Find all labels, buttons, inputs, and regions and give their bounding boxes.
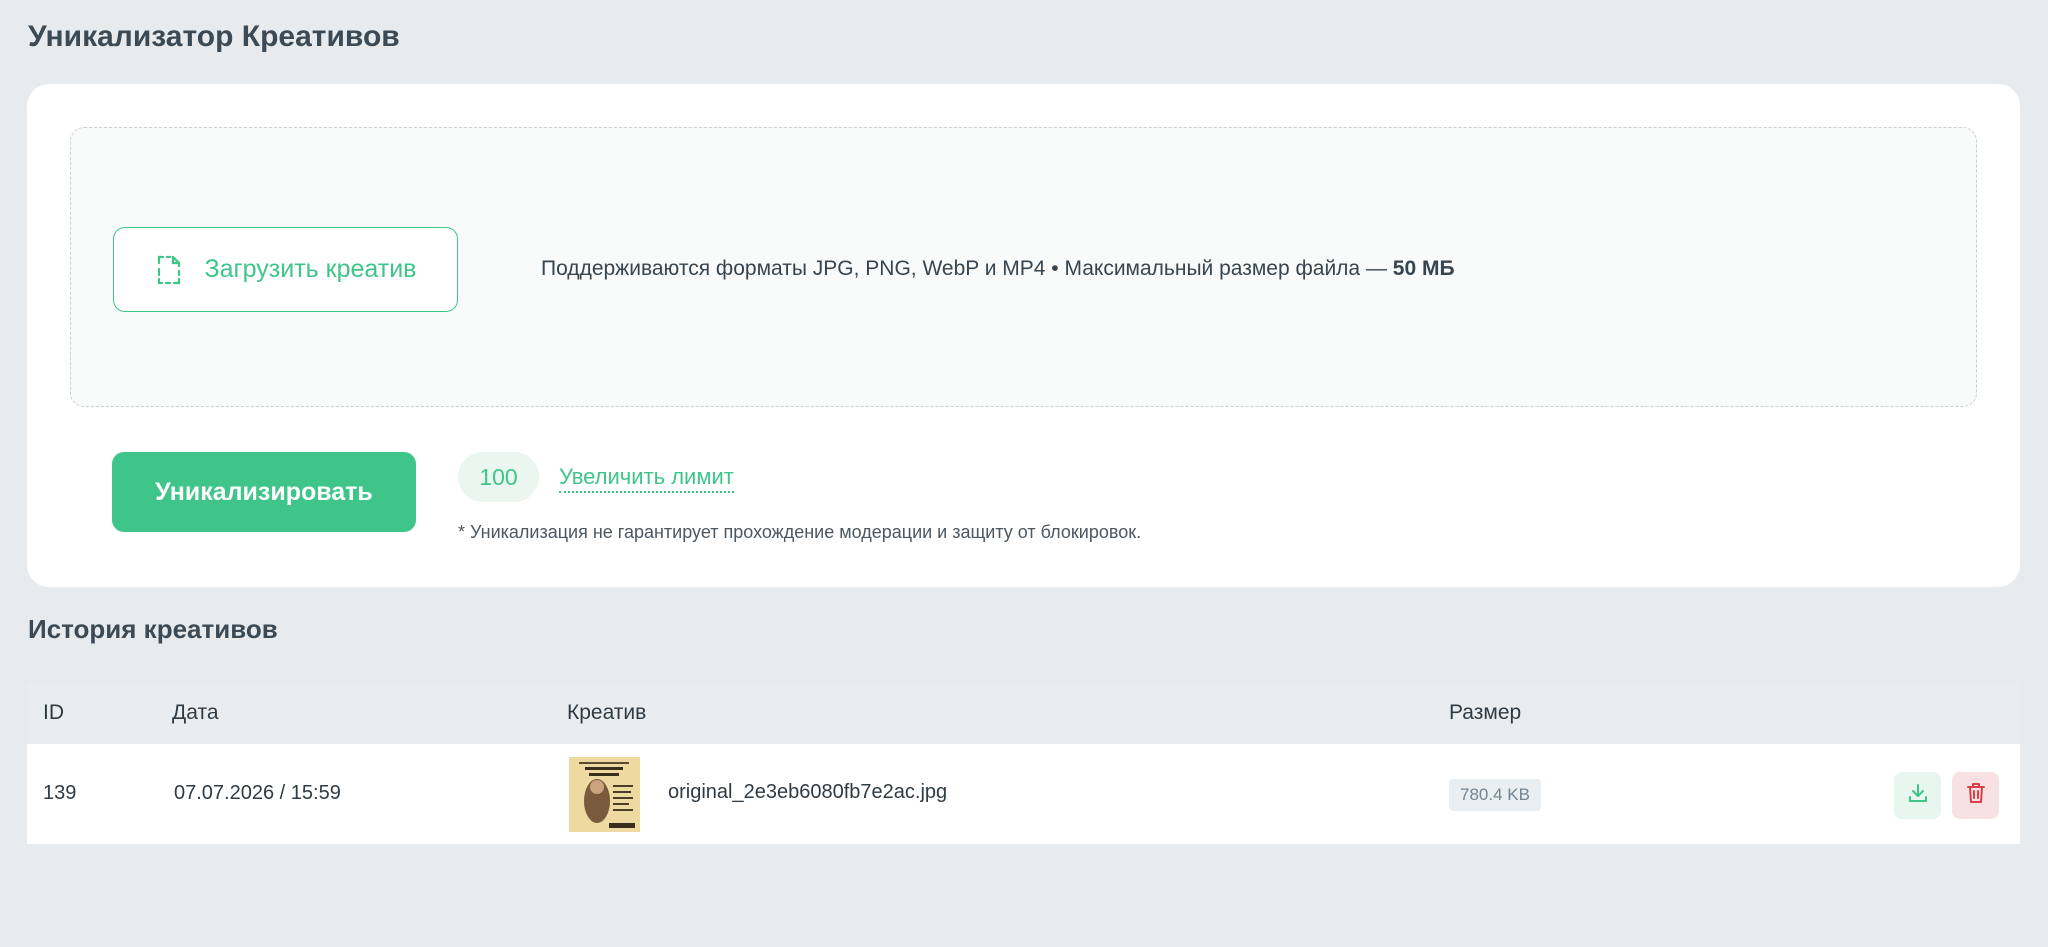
size-badge: 780.4 KB (1449, 779, 1541, 811)
page-title: Уникализатор Креативов (28, 20, 400, 53)
disclaimer-text: * Уникализация не гарантирует прохождени… (458, 522, 1142, 542)
max-file-size: 50 МБ (1392, 257, 1455, 280)
column-header-creative: Креатив (567, 701, 647, 724)
trash-icon (1966, 782, 1986, 810)
column-header-date: Дата (172, 701, 219, 724)
limit-counter-badge: 100 (458, 452, 539, 502)
file-dashed-icon (155, 254, 183, 286)
row-date: 07.07.2026 / 15:59 (174, 782, 341, 804)
uniqueize-button[interactable]: Уникализировать (112, 452, 416, 532)
upload-card: Загрузить креатив Поддерживаются форматы… (27, 84, 2020, 587)
increase-limit-link[interactable]: Увеличить лимит (559, 464, 734, 493)
table-header: ID Дата Креатив Размер (27, 683, 2020, 744)
column-header-size: Размер (1449, 701, 1522, 724)
history-table: ID Дата Креатив Размер 139 07.07.2026 / … (27, 683, 2020, 844)
column-header-id: ID (43, 701, 64, 724)
row-id: 139 (43, 782, 77, 804)
download-button[interactable] (1894, 772, 1941, 819)
upload-creative-label: Загрузить креатив (204, 255, 417, 283)
dropzone[interactable]: Загрузить креатив Поддерживаются форматы… (70, 127, 1977, 407)
table-row: 139 07.07.2026 / 15:59 original_2e3eb608… (27, 744, 2020, 844)
download-icon (1907, 782, 1929, 810)
formats-text: Поддерживаются форматы JPG, PNG, WebP и … (541, 257, 1387, 280)
delete-button[interactable] (1952, 772, 1999, 819)
upload-creative-button[interactable]: Загрузить креатив (113, 227, 458, 312)
creative-thumbnail[interactable] (569, 757, 640, 832)
row-filename: original_2e3eb6080fb7e2ac.jpg (668, 781, 948, 803)
history-title: История креативов (28, 614, 278, 644)
formats-info: Поддерживаются форматы JPG, PNG, WebP и … (541, 257, 1455, 281)
